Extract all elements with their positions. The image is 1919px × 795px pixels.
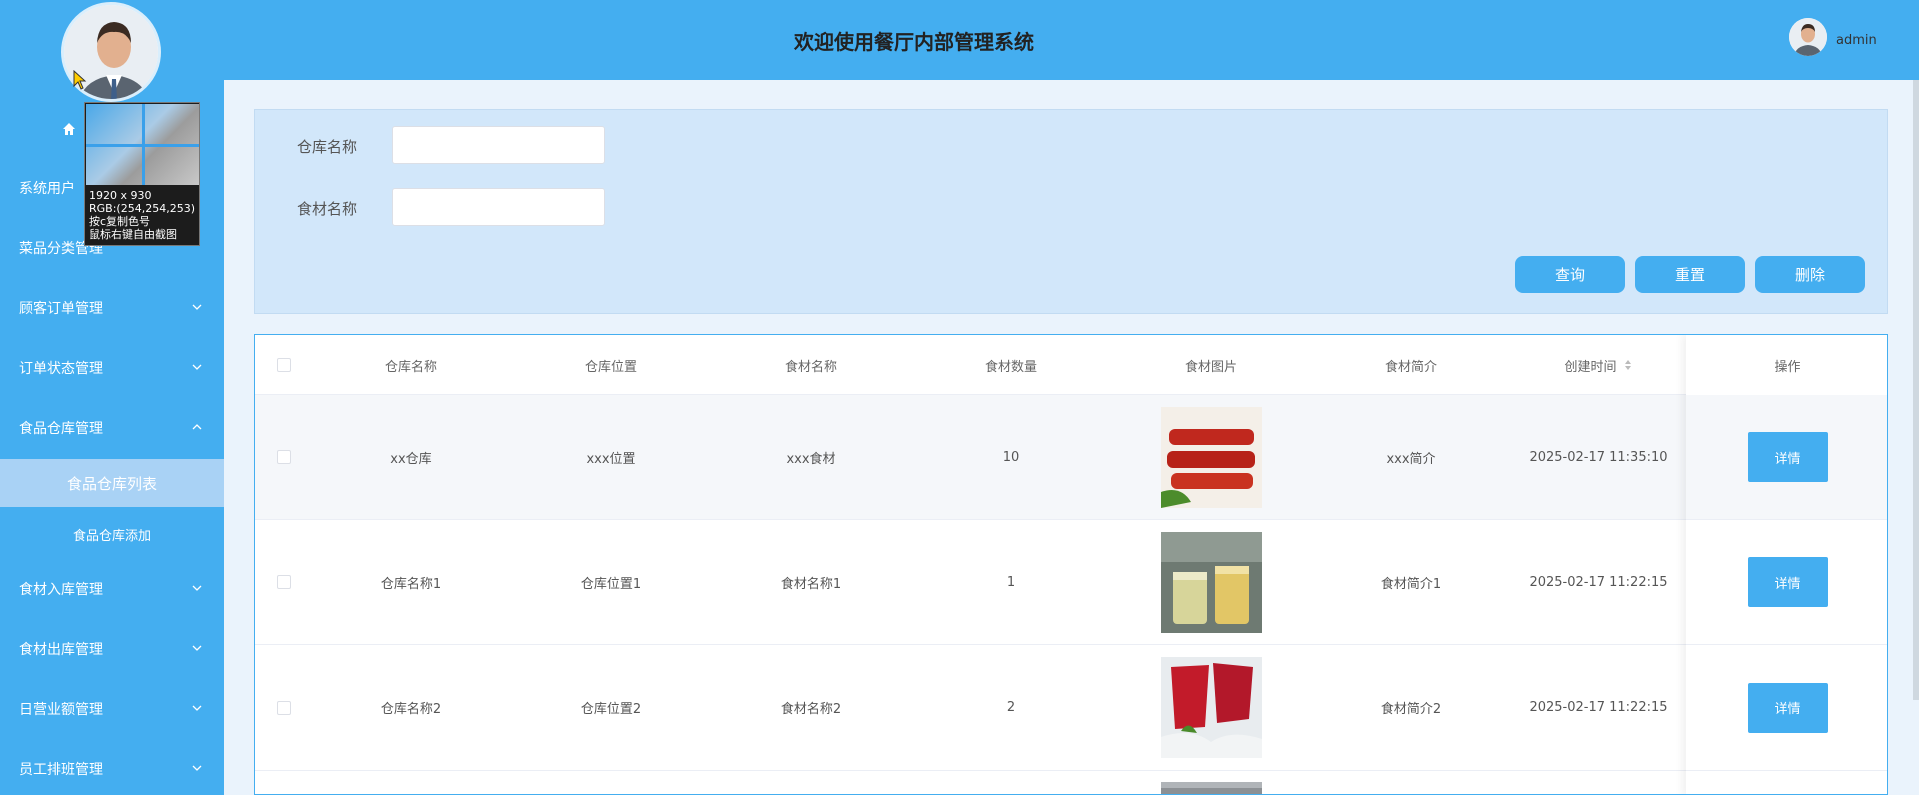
column-header: 食材简介 [1384,359,1437,375]
cell-food: 食材名称1 [780,576,842,592]
cell-food: 食材名称2 [780,702,842,717]
column-header: 食材名称 [784,359,837,375]
data-table: 仓库名称 仓库位置 食材名称 食材数量 食材图片 食材简介 创建时间 xx仓库 … [254,334,1888,795]
header-avatar[interactable] [1789,18,1827,56]
column-header: 仓库名称 [384,359,437,375]
row-checkbox[interactable] [277,450,291,464]
sidebar-item-label: 顾客订单管理 [19,301,103,317]
sidebar: 系统用户 菜品分类管理 顾客订单管理 订单状态管理 食品仓库管理 食品仓库列表 … [0,0,224,795]
cell-image [1111,645,1311,770]
food-image-bbq-pork[interactable] [1160,406,1262,508]
sidebar-item-food-inbound[interactable]: 食材入库管理 [0,567,224,611]
table-row: xx仓库 xxx位置 xxx食材 10 xxx简介 2025-02-17 11:… [255,394,1887,519]
column-header: 操作 [1686,335,1887,395]
cell-intro: 食材简介1 [1380,576,1442,592]
chevron-down-icon [192,364,202,370]
search-panel: 仓库名称 食材名称 查询 重置 删除 [254,109,1888,314]
cell-created: 2025-02-17 11:22:15 [1529,700,1668,715]
sidebar-item-order-status[interactable]: 订单状态管理 [0,346,224,390]
chevron-down-icon [192,645,202,651]
picker-crosshair-v [142,104,145,185]
reset-button[interactable]: 重置 [1635,256,1745,293]
warehouse-name-input[interactable] [392,126,605,164]
header-username[interactable]: admin [1836,33,1877,48]
cell-location: 仓库位置2 [580,702,642,717]
sidebar-item-label: 食材入库管理 [19,582,103,598]
picker-hint-screenshot: 鼠标右键自由截图 [89,228,177,241]
sidebar-item-food-outbound[interactable]: 食材出库管理 [0,627,224,671]
food-name-input[interactable] [392,188,605,226]
query-button[interactable]: 查询 [1515,256,1625,293]
select-all-checkbox[interactable] [277,358,291,372]
column-header: 食材数量 [984,359,1037,375]
row-checkbox[interactable] [277,701,291,715]
cell-warehouse: 仓库名称1 [380,576,442,592]
food-image-partial[interactable] [1160,782,1262,795]
sidebar-item-label: 系统用户 [19,181,75,197]
sidebar-item-label: 食品仓库管理 [19,421,103,437]
cell-intro: 食材简介2 [1380,702,1442,717]
sidebar-item-label: 员工排班管理 [19,762,103,778]
cell-created: 2025-02-17 11:22:15 [1529,574,1668,590]
cell-created: 2025-02-17 11:35:10 [1529,449,1668,465]
submenu-warehouse-list[interactable]: 食品仓库列表 [0,459,224,507]
cell-warehouse: 仓库名称2 [380,702,442,717]
picker-magnifier [86,104,199,185]
submenu-label: 食品仓库添加 [72,528,151,544]
column-header: 仓库位置 [584,359,637,375]
column-header-sortable[interactable]: 创建时间 [1511,335,1686,395]
home-icon[interactable] [62,122,76,136]
chevron-down-icon [192,705,202,711]
cell-location: xxx位置 [586,451,636,467]
cell-image [1111,395,1311,519]
delete-button[interactable]: 删除 [1755,256,1865,293]
cell-qty: 1 [1006,574,1016,590]
chevron-down-icon [192,585,202,591]
column-header: 食材图片 [1184,359,1237,375]
cell-location: 仓库位置1 [580,576,642,592]
sidebar-item-label: 订单状态管理 [19,361,103,377]
table-row [255,770,1887,795]
cell-qty: 2 [1006,700,1016,715]
picker-info: 1920 x 930 RGB:(254,254,253) 按c复制色号 鼠标右键… [89,189,195,241]
cell-warehouse: xx仓库 [390,451,432,467]
food-image-oil-jars[interactable] [1160,531,1262,633]
warehouse-name-label: 仓库名称 [297,138,358,156]
mouse-cursor-icon [73,70,87,90]
sidebar-item-daily-revenue[interactable]: 日营业额管理 [0,687,224,731]
column-header-label: 创建时间 [1564,359,1617,375]
picker-hint-copy: 按c复制色号 [89,215,151,228]
submenu-label: 食品仓库列表 [66,474,157,493]
food-image-sashimi[interactable] [1160,657,1262,758]
table-row: 仓库名称2 仓库位置2 食材名称2 2 食材简介2 2025-02-17 11:… [255,644,1887,770]
sidebar-item-label: 食材出库管理 [19,642,103,658]
submenu-warehouse-add[interactable]: 食品仓库添加 [0,512,224,556]
sidebar-item-customer-orders[interactable]: 顾客订单管理 [0,286,224,330]
sidebar-item-food-warehouse[interactable]: 食品仓库管理 [0,406,224,450]
page-title: 欢迎使用餐厅内部管理系统 [794,30,1034,54]
actions-column: 操作 [1686,335,1887,794]
food-name-label: 食材名称 [297,200,358,218]
sidebar-item-label: 日营业额管理 [19,702,103,718]
cell-qty: 10 [1002,449,1020,465]
row-checkbox[interactable] [277,575,291,589]
chevron-up-icon [192,424,202,430]
table-row: 仓库名称1 仓库位置1 食材名称1 1 食材简介1 2025-02-17 11:… [255,519,1887,644]
top-header: 欢迎使用餐厅内部管理系统 admin [224,0,1919,80]
picker-size: 1920 x 930 [89,189,152,202]
page-scrollbar[interactable] [1913,80,1919,700]
cell-image [1111,520,1311,644]
color-picker-tooltip: 1920 x 930 RGB:(254,254,253) 按c复制色号 鼠标右键… [84,102,200,246]
chevron-down-icon [192,304,202,310]
sidebar-item-staff-schedule[interactable]: 员工排班管理 [0,747,224,791]
cell-food: xxx食材 [786,451,836,467]
picker-rgb: RGB:(254,254,253) [89,202,195,215]
avatar-portrait-icon [1789,18,1827,56]
sort-icon[interactable] [1623,359,1633,371]
cell-intro: xxx简介 [1386,451,1436,467]
cell-image [1111,771,1311,795]
chevron-down-icon [192,765,202,771]
